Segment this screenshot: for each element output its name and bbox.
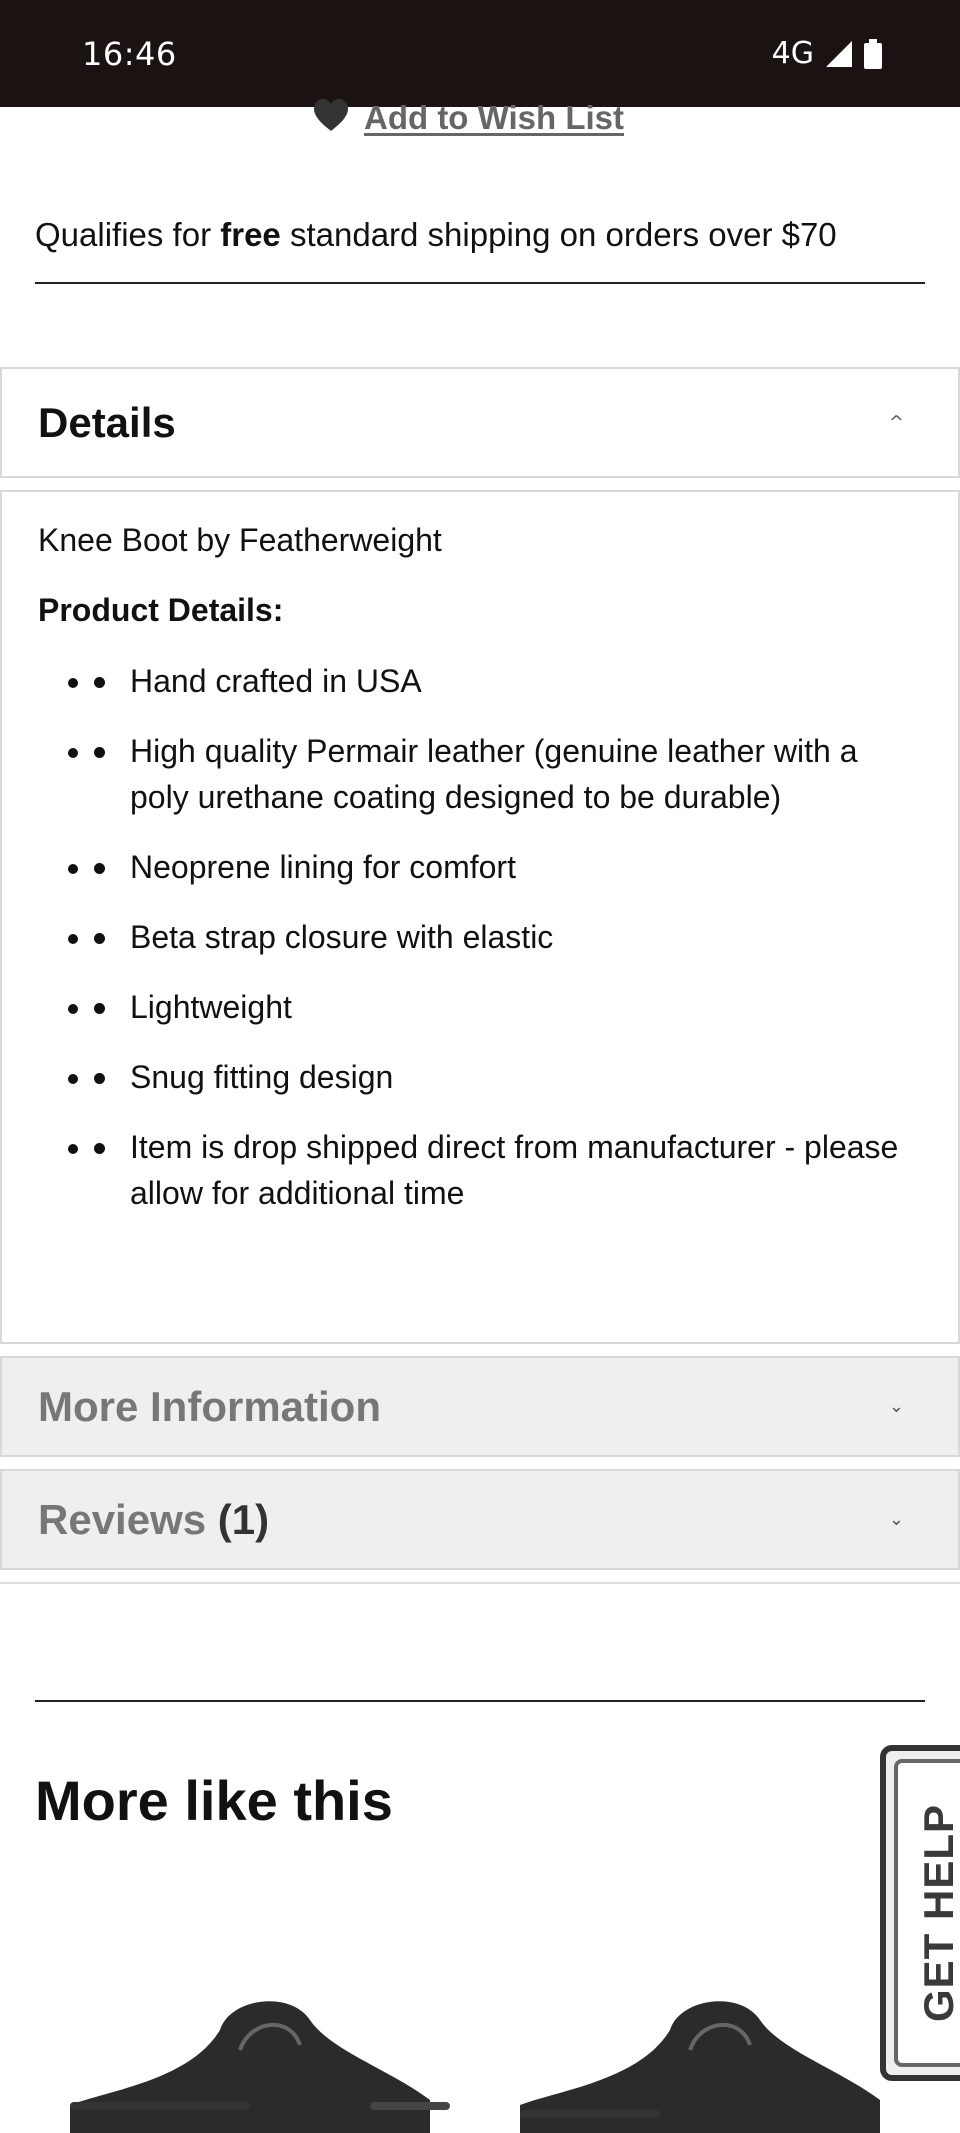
divider [35, 1700, 925, 1702]
reviews-accordion-header[interactable]: Reviews (1) ⌄ [0, 1469, 960, 1570]
add-to-wishlist-link[interactable]: Add to Wish List [312, 98, 624, 137]
get-help-label: GET HELP [915, 1803, 960, 2023]
status-bar: 16:46 4G [0, 0, 960, 107]
shipping-prefix: Qualifies for [35, 216, 221, 253]
status-indicators: 4G [772, 36, 882, 71]
status-time: 16:46 [82, 34, 177, 73]
reviews-label: Reviews [38, 1495, 207, 1543]
product-details-heading: Product Details: [38, 592, 284, 628]
list-item: Neoprene lining for comfort [94, 844, 922, 890]
shipping-suffix: standard shipping on orders over $70 [280, 216, 837, 253]
details-accordion-header[interactable]: Details ^ [0, 367, 960, 478]
shipping-notice: Qualifies for free standard shipping on … [35, 216, 925, 254]
details-panel: Knee Boot by Featherweight Product Detai… [0, 490, 960, 1344]
reviews-count: (1) [217, 1495, 270, 1543]
details-title: Details [38, 398, 176, 446]
divider [0, 1582, 960, 1584]
more-information-title: More Information [38, 1382, 381, 1430]
add-to-wishlist-label[interactable]: Add to Wish List [364, 99, 624, 137]
list-item: Lightweight [94, 984, 922, 1030]
list-item: Item is drop shipped direct from manufac… [94, 1124, 922, 1216]
signal-icon [824, 39, 854, 69]
battery-icon [864, 38, 882, 69]
get-help-tab[interactable]: GET HELP [880, 1745, 960, 2081]
list-item: High quality Permair leather (genuine le… [94, 728, 922, 820]
product-name: Knee Boot by Featherweight [38, 522, 442, 558]
list-item: Hand crafted in USA [94, 658, 922, 704]
reviews-title: Reviews (1) [38, 1496, 269, 1544]
chevron-down-icon: ⌄ [888, 1396, 904, 1417]
more-like-this-heading: More like this [35, 1769, 393, 1832]
product-thumbnail[interactable] [70, 1990, 450, 2133]
heart-icon [312, 98, 350, 137]
chevron-down-icon: ⌄ [888, 1509, 904, 1530]
divider [35, 282, 925, 284]
more-information-accordion-header[interactable]: More Information ⌄ [0, 1356, 960, 1457]
list-item: Beta strap closure with elastic [94, 914, 922, 960]
product-thumbnail[interactable] [520, 1990, 900, 2133]
network-label: 4G [771, 36, 814, 71]
chevron-up-icon: ^ [888, 412, 904, 433]
list-item: Snug fitting design [94, 1054, 922, 1100]
shipping-free-emphasis: free [220, 216, 281, 253]
product-details-list: Hand crafted in USA High quality Permair… [38, 658, 922, 1216]
get-help-inner: GET HELP [894, 1759, 960, 2067]
